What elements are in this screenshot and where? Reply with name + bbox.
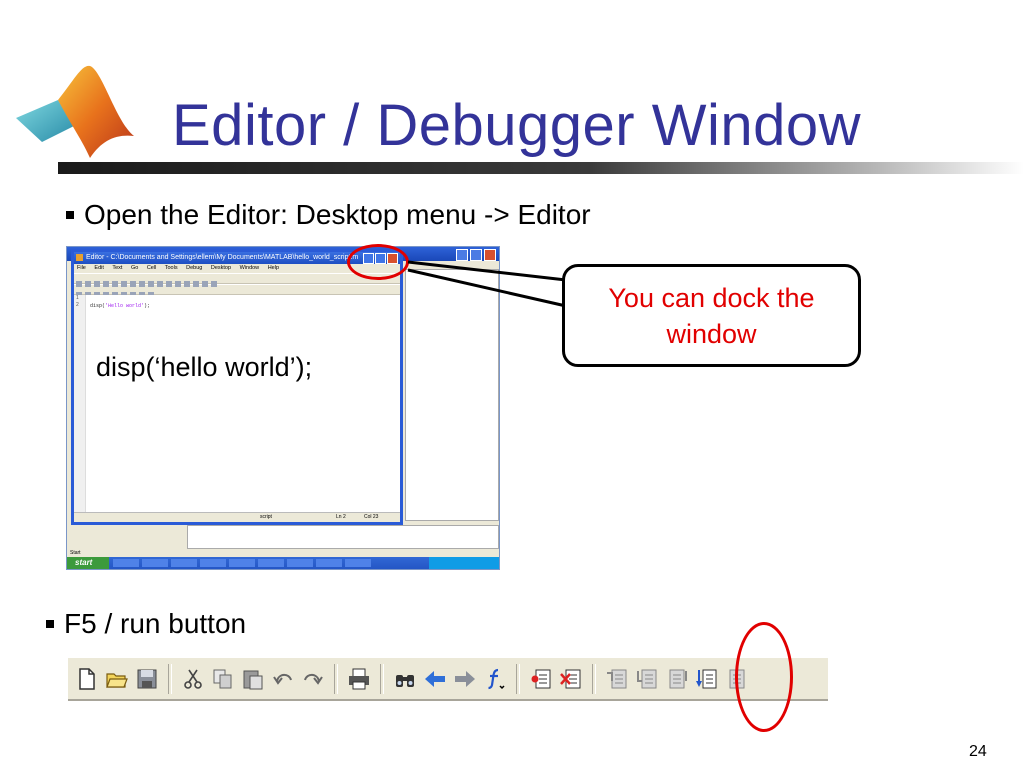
step-in-icon[interactable]	[632, 664, 662, 694]
back-arrow-icon[interactable]	[420, 664, 450, 694]
toolbar-separator	[334, 663, 338, 694]
set-breakpoint-icon[interactable]	[526, 664, 556, 694]
cut-icon[interactable]	[178, 664, 208, 694]
bullet-run: F5 / run button	[46, 608, 246, 640]
copy-icon[interactable]	[208, 664, 238, 694]
paste-icon[interactable]	[238, 664, 268, 694]
callout-text-line2: window	[666, 318, 757, 349]
find-icon[interactable]	[390, 664, 420, 694]
clear-breakpoint-icon[interactable]	[556, 664, 586, 694]
function-icon[interactable]	[480, 664, 510, 694]
run-icon[interactable]	[692, 664, 722, 694]
callout-text-line1: You can dock the	[608, 282, 815, 313]
bullet-text: F5 / run button	[64, 608, 247, 639]
undo-icon[interactable]	[268, 664, 298, 694]
run-button-highlight	[735, 622, 793, 732]
save-icon[interactable]	[132, 664, 162, 694]
page-number: 24	[969, 743, 987, 760]
step-icon[interactable]	[602, 664, 632, 694]
open-folder-icon[interactable]	[102, 664, 132, 694]
dock-callout-box: You can dock the window	[562, 264, 861, 367]
step-out-icon[interactable]	[662, 664, 692, 694]
toolbar-separator	[592, 663, 596, 694]
callout-pointer-lines	[407, 260, 567, 308]
editor-toolbar	[68, 657, 828, 701]
toolbar-separator	[380, 663, 384, 694]
toolbar-separator	[516, 663, 520, 694]
new-file-icon[interactable]	[72, 664, 102, 694]
redo-icon[interactable]	[298, 664, 328, 694]
toolbar-separator	[168, 663, 172, 694]
bullet-marker	[46, 620, 54, 628]
forward-arrow-icon[interactable]	[450, 664, 480, 694]
print-icon[interactable]	[344, 664, 374, 694]
